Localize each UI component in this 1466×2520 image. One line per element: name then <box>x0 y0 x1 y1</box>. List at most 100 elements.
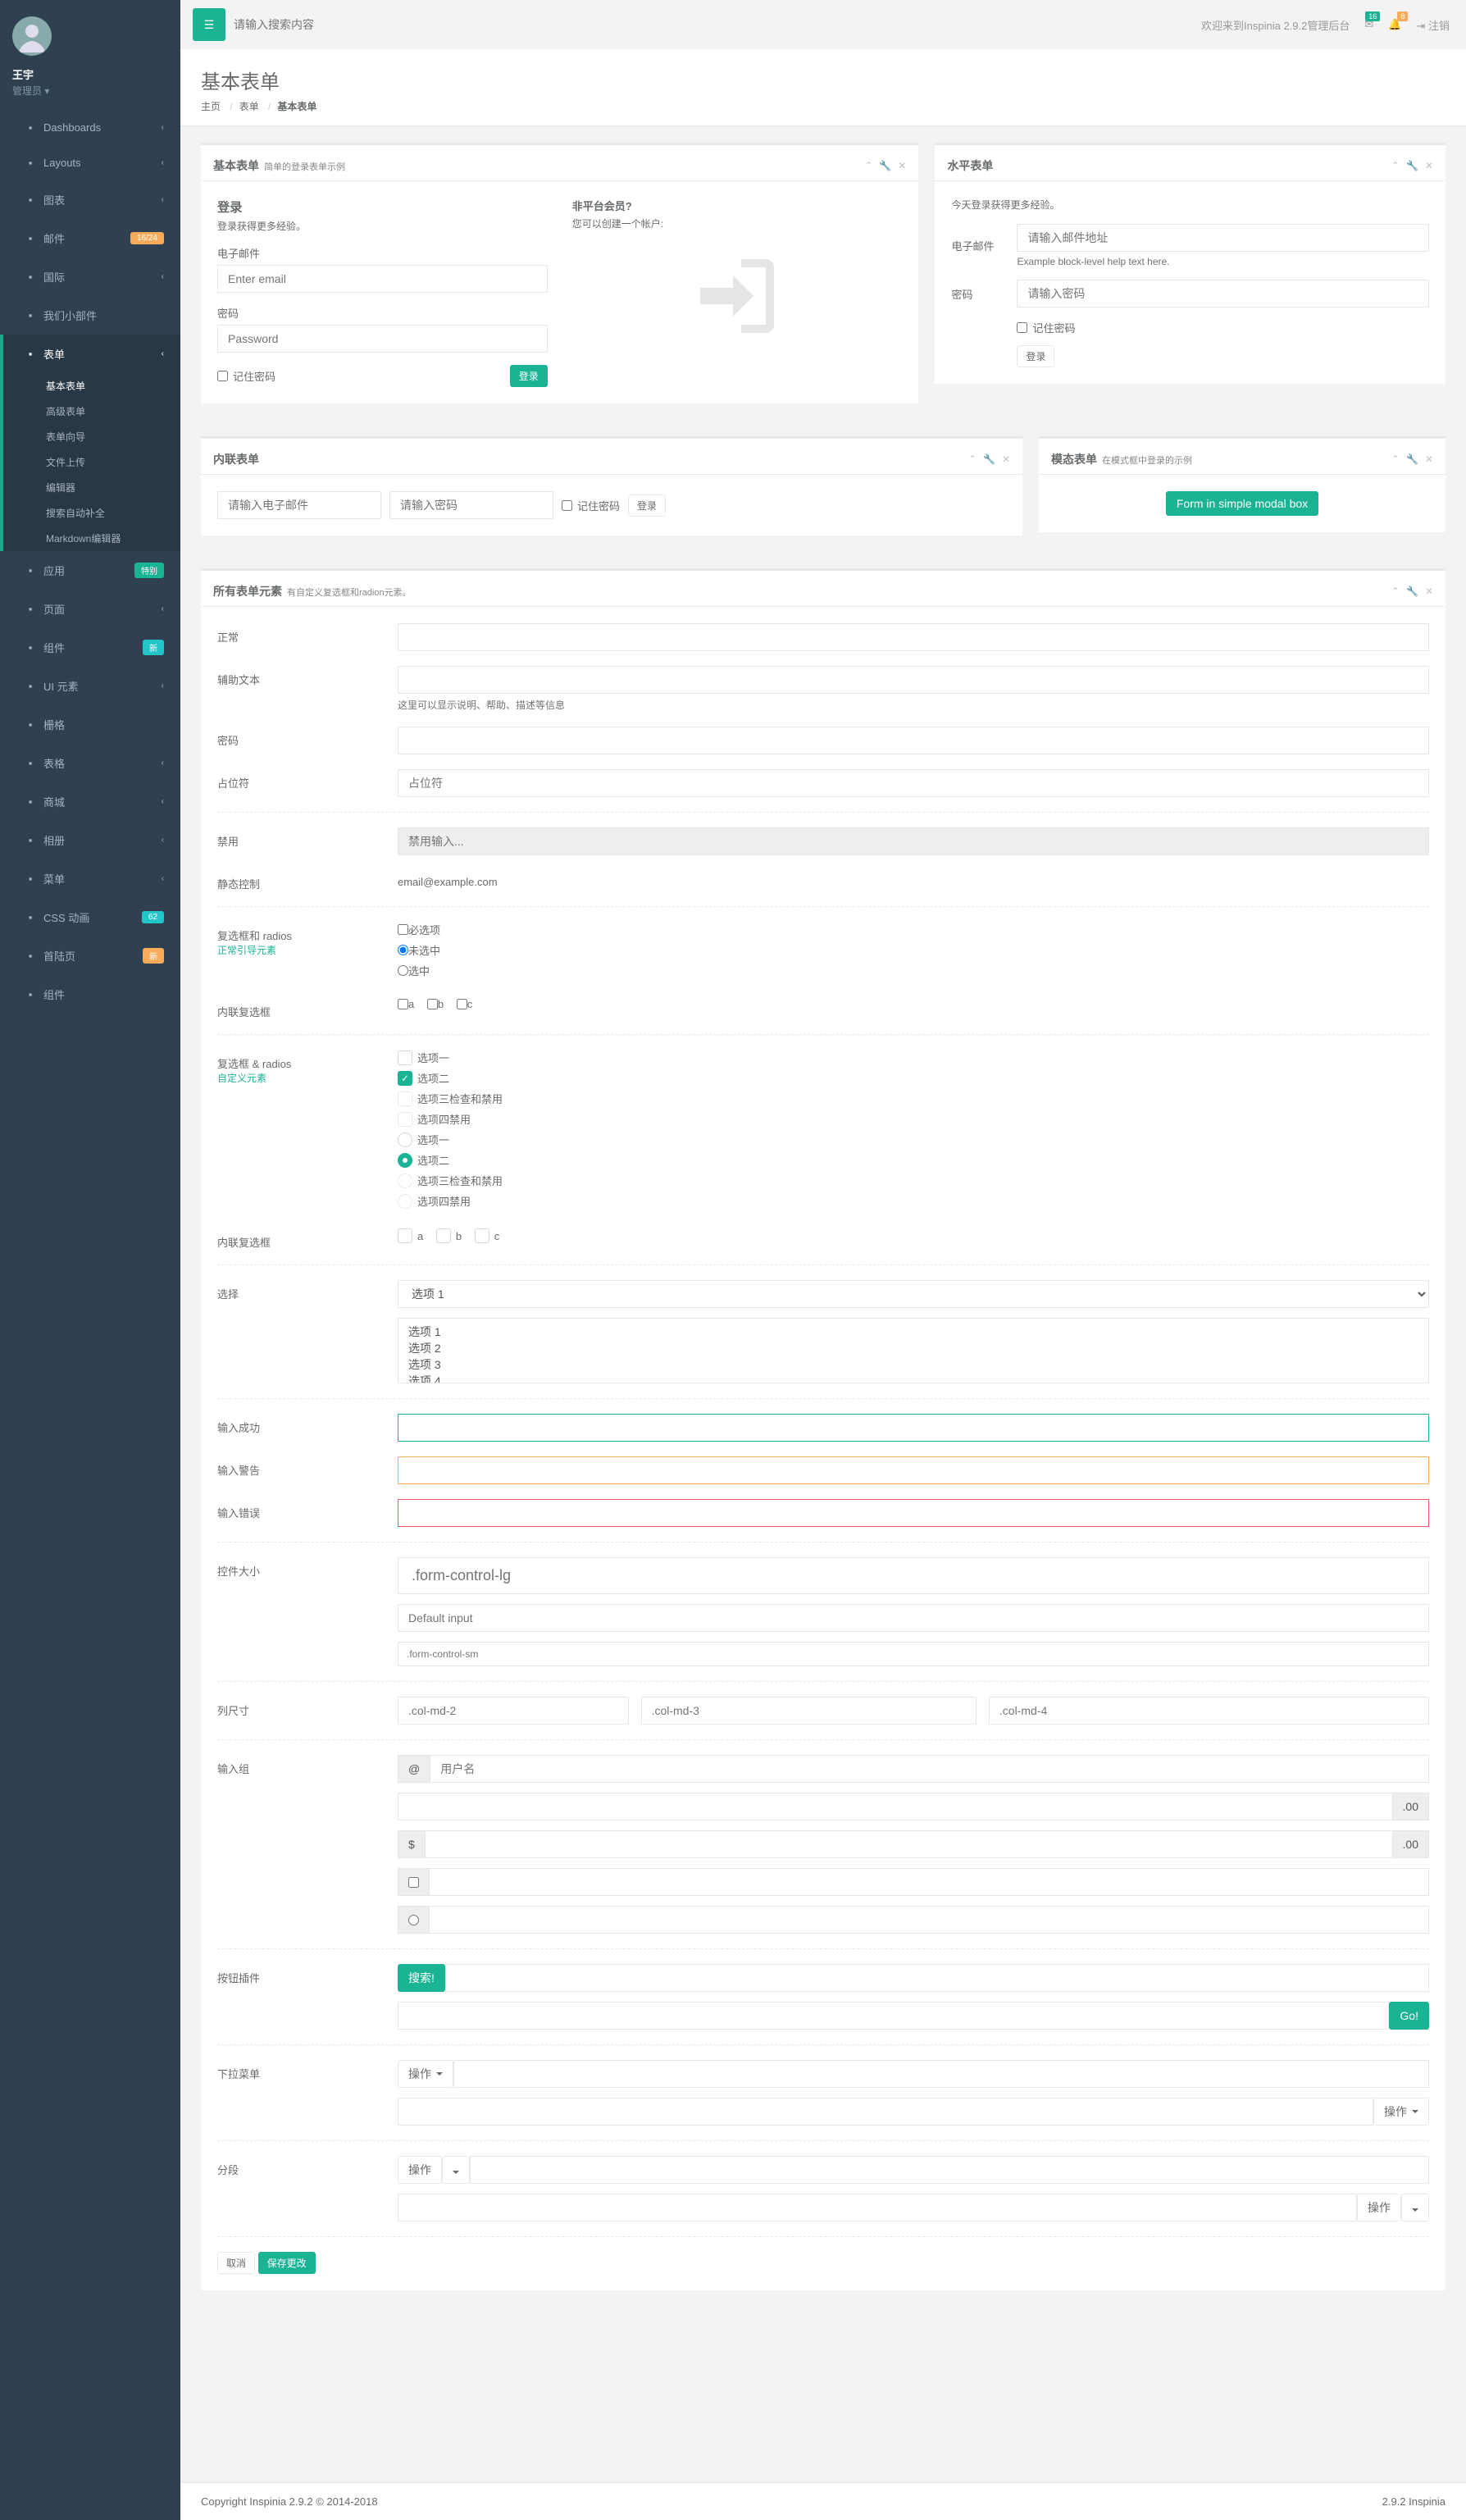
dropdown-button[interactable]: 操作 <box>398 2060 453 2088</box>
inline-login-button[interactable]: 登录 <box>628 494 666 517</box>
ibox-title: 所有表单元素有自定义复选框和radion元素。 ⌃🔧✕ <box>201 568 1446 607</box>
subnav-item[interactable]: 编辑器 <box>3 475 180 500</box>
nav-item[interactable]: ▪UI 元素‹ <box>0 667 180 705</box>
error-input[interactable] <box>398 1499 1429 1527</box>
save-button[interactable]: 保存更改 <box>258 2252 316 2274</box>
nav-item[interactable]: ▪菜单‹ <box>0 859 180 898</box>
multiselect-input[interactable]: 选项 1选项 2选项 3选项 4 <box>398 1318 1429 1383</box>
wrench-icon[interactable]: 🔧 <box>879 160 891 171</box>
package-icon: ▪ <box>24 988 37 1000</box>
welcome-text: 欢迎来到Inspinia 2.9.2管理后台 <box>1201 17 1350 33</box>
profile-role[interactable]: 管理员 ▾ <box>12 84 168 98</box>
collapse-icon[interactable]: ⌃ <box>968 453 977 465</box>
select-input[interactable]: 选项 1选项 2选项 3选项 4 <box>398 1280 1429 1308</box>
page-heading: 基本表单 主页 表单 基本表单 <box>180 49 1466 126</box>
close-icon[interactable]: ✕ <box>1002 453 1010 465</box>
nav-item[interactable]: ▪表格‹ <box>0 744 180 782</box>
success-input[interactable] <box>398 1414 1429 1442</box>
search-input[interactable] <box>225 10 471 39</box>
help-input[interactable] <box>398 666 1429 694</box>
nav-item[interactable]: ▪Layouts‹ <box>0 145 180 180</box>
collapse-icon[interactable]: ⌃ <box>1391 160 1400 171</box>
normal-input[interactable] <box>398 623 1429 651</box>
nav-item[interactable]: ▪相册‹ <box>0 821 180 859</box>
caret-down-icon <box>436 2072 443 2076</box>
profile-name: 王宇 <box>12 66 168 82</box>
go-button[interactable]: Go! <box>1389 2002 1429 2030</box>
nav-item[interactable]: ▪Dashboards‹ <box>0 110 180 145</box>
nav-item[interactable]: ▪邮件16/24 <box>0 219 180 257</box>
caret-button[interactable] <box>1401 2194 1429 2222</box>
grid-icon: ▪ <box>24 718 37 731</box>
h-password-input[interactable] <box>1017 280 1429 308</box>
envelope-icon: ▪ <box>24 232 37 244</box>
inline-password-input[interactable] <box>389 491 553 519</box>
subnav-item[interactable]: 高级表单 <box>3 399 180 424</box>
dropdown-button[interactable]: 操作 <box>1373 2098 1429 2126</box>
warning-input[interactable] <box>398 1456 1429 1484</box>
caret-button[interactable] <box>442 2156 470 2184</box>
wrench-icon[interactable]: 🔧 <box>1406 453 1418 465</box>
footer: Copyright Inspinia 2.9.2 © 2014-2018 2.9… <box>180 2482 1466 2520</box>
radio-disabled-icon <box>398 1173 412 1188</box>
desktop-icon: ▪ <box>24 564 37 576</box>
h-email-input[interactable] <box>1017 224 1429 252</box>
mail-icon[interactable]: ✉16 <box>1364 18 1373 31</box>
nav-item[interactable]: ▪页面‹ <box>0 590 180 628</box>
chevron-left-icon: ‹ <box>162 349 164 358</box>
open-modal-button[interactable]: Form in simple modal box <box>1166 491 1318 516</box>
login-button[interactable]: 登录 <box>510 365 548 387</box>
email-input[interactable] <box>217 265 548 293</box>
close-icon[interactable]: ✕ <box>1425 453 1433 465</box>
nav-item[interactable]: ▪应用特别 <box>0 551 180 590</box>
diamond-icon: ▪ <box>24 157 37 169</box>
h-login-button[interactable]: 登录 <box>1017 345 1054 367</box>
chevron-left-icon: ‹ <box>162 874 164 883</box>
profile-block: 王宇 管理员 ▾ <box>0 0 180 110</box>
nav-item[interactable]: ▪表单‹基本表单高级表单表单向导文件上传编辑器搜索自动补全Markdown编辑器 <box>0 335 180 551</box>
wrench-icon[interactable]: 🔧 <box>1406 160 1418 171</box>
close-icon[interactable]: ✕ <box>1425 586 1433 597</box>
flask-icon: ▪ <box>24 680 37 692</box>
nav-toggle-button[interactable]: ☰ <box>193 8 225 41</box>
collapse-icon[interactable]: ⌃ <box>1391 453 1400 465</box>
nav-item[interactable]: ▪CSS 动画62 <box>0 898 180 936</box>
main-nav: ▪Dashboards‹▪Layouts‹▪图表‹▪邮件16/24▪国际‹▪我们… <box>0 110 180 1014</box>
chevron-left-icon: ‹ <box>162 836 164 845</box>
nav-item[interactable]: ▪组件 <box>0 975 180 1014</box>
placeholder-input[interactable] <box>398 769 1429 797</box>
password-input[interactable] <box>217 325 548 353</box>
subnav-item[interactable]: 文件上传 <box>3 449 180 475</box>
subnav-item[interactable]: 基本表单 <box>3 373 180 399</box>
search-button[interactable]: 搜索! <box>398 1964 445 1992</box>
nav-item[interactable]: ▪栅格 <box>0 705 180 744</box>
subnav-item[interactable]: 表单向导 <box>3 424 180 449</box>
lg-input[interactable] <box>398 1557 1429 1594</box>
nav-item[interactable]: ▪国际‹ <box>0 257 180 296</box>
cart-icon: ▪ <box>24 795 37 808</box>
edit-icon: ▪ <box>24 348 37 360</box>
close-icon[interactable]: ✕ <box>898 160 906 171</box>
sm-input[interactable] <box>398 1642 1429 1666</box>
nav-item[interactable]: ▪我们小部件 <box>0 296 180 335</box>
close-icon[interactable]: ✕ <box>1425 160 1433 171</box>
nav-item[interactable]: ▪商城‹ <box>0 782 180 821</box>
subnav-item[interactable]: Markdown编辑器 <box>3 526 180 551</box>
pw-input[interactable] <box>398 727 1429 754</box>
cancel-button[interactable]: 取消 <box>217 2252 255 2274</box>
def-input[interactable] <box>398 1604 1429 1632</box>
chevron-left-icon: ‹ <box>162 759 164 768</box>
nav-item[interactable]: ▪图表‹ <box>0 180 180 219</box>
wrench-icon[interactable]: 🔧 <box>983 453 995 465</box>
wrench-icon[interactable]: 🔧 <box>1406 586 1418 597</box>
ibox-title: 基本表单简单的登录表单示例 ⌃🔧✕ <box>201 143 918 181</box>
collapse-icon[interactable]: ⌃ <box>1391 586 1400 597</box>
nav-item[interactable]: ▪组件新 <box>0 628 180 667</box>
logout-link[interactable]: ⇥ 注销 <box>1416 17 1450 33</box>
bell-icon[interactable]: 🔔8 <box>1388 18 1401 31</box>
collapse-icon[interactable]: ⌃ <box>864 160 872 171</box>
nav-item[interactable]: ▪首陆页新 <box>0 936 180 975</box>
subnav-item[interactable]: 搜索自动补全 <box>3 500 180 526</box>
inline-email-input[interactable] <box>217 491 381 519</box>
table-icon: ▪ <box>24 757 37 769</box>
